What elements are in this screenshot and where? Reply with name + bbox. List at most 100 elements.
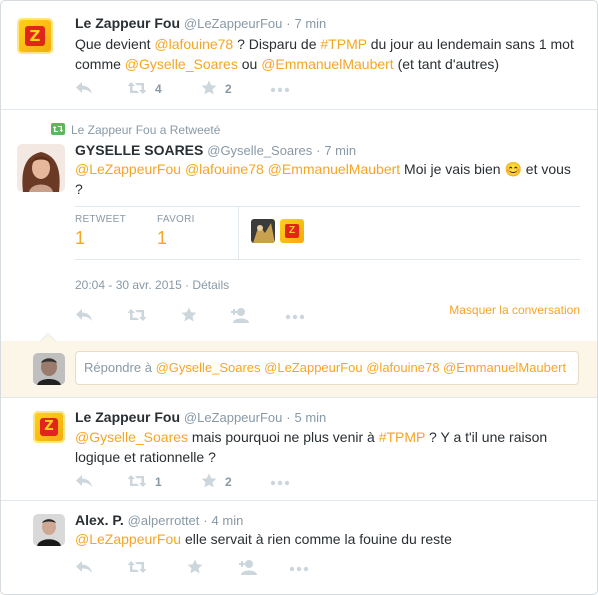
text-segment: ou [237, 56, 262, 72]
star-icon [187, 559, 203, 577]
favorite-button[interactable]: 2 [201, 79, 232, 99]
retweet-context: Le Zappeur Fou a Retweeté [51, 123, 220, 138]
reply-icon [75, 308, 93, 325]
mention-link[interactable]: @EmmanuelMaubert [268, 161, 401, 177]
retweeted-icon [51, 123, 65, 138]
follow-button[interactable] [231, 306, 251, 326]
avatar[interactable] [33, 353, 65, 385]
more-icon [289, 561, 309, 575]
text-segment: Moi je vais bien [400, 161, 505, 177]
favorite-button[interactable] [187, 558, 203, 578]
more-button[interactable] [285, 306, 305, 326]
tweet-text: @Gyselle_Soares mais pourquoi ne plus ve… [75, 427, 580, 467]
favorite-count: 2 [225, 475, 232, 489]
text-segment: ? Disparu de [233, 36, 321, 52]
reply-prefix: Répondre à [84, 360, 156, 375]
favorite-button[interactable] [181, 306, 197, 326]
more-icon [285, 309, 305, 323]
avatar[interactable] [17, 144, 65, 192]
reply-input[interactable]: Répondre à @Gyselle_Soares @LeZappeurFou… [75, 351, 579, 385]
reply-button[interactable] [75, 558, 93, 578]
author-handle[interactable]: @LeZappeurFou [184, 410, 282, 425]
avatar[interactable] [33, 514, 65, 546]
favorite-stat-label: FAVORI [157, 214, 195, 225]
smile-emoji-icon: 😊 [504, 161, 522, 177]
separator-dot: · [316, 143, 321, 158]
mention-link[interactable]: @Gyselle_Soares [125, 56, 238, 72]
follow-icon [239, 559, 259, 578]
zappeur-logo-icon: Z [285, 224, 299, 238]
mention-link[interactable]: @lafouine78 [185, 161, 264, 177]
reply-button[interactable] [75, 79, 93, 99]
hide-conversation-link[interactable]: Masquer la conversation [449, 303, 580, 317]
author-name[interactable]: Le Zappeur Fou [75, 409, 180, 425]
text-segment: Que devient [75, 36, 155, 52]
divider [1, 109, 597, 110]
more-button[interactable] [270, 472, 290, 492]
retweet-button[interactable]: 1 [127, 472, 162, 492]
conversation-panel: Z Le Zappeur Fou @LeZappeurFou · 7 min Q… [0, 0, 598, 595]
mention-link[interactable]: @EmmanuelMaubert [261, 56, 394, 72]
star-icon [181, 307, 197, 325]
avatar[interactable] [251, 219, 275, 243]
separator-dot: · [286, 16, 291, 31]
author-name[interactable]: Le Zappeur Fou [75, 15, 180, 31]
more-icon [270, 82, 290, 96]
reply-icon [75, 474, 93, 491]
mention-link[interactable]: @Gyselle_Soares [75, 429, 188, 445]
mention-link[interactable]: @LeZappeurFou [75, 161, 181, 177]
text-segment: elle servait à rien comme la fouine du r… [181, 531, 452, 547]
author-handle[interactable]: @alperrottet [128, 513, 200, 528]
reply-mentions: @Gyselle_Soares @LeZappeurFou @lafouine7… [155, 360, 567, 375]
tweet-time[interactable]: 7 min [324, 143, 356, 158]
follow-button[interactable] [239, 558, 259, 578]
separator-dot: · [203, 513, 208, 528]
star-icon [201, 473, 217, 491]
retweet-count: 4 [155, 82, 162, 96]
tweet-header: Le Zappeur Fou @LeZappeurFou · 7 min [75, 15, 326, 31]
more-button[interactable] [289, 558, 309, 578]
tweet-header: GYSELLE SOARES @Gyselle_Soares · 7 min [75, 142, 356, 158]
mention-link[interactable]: @lafouine78 [154, 36, 233, 52]
author-name[interactable]: Alex. P. [75, 512, 124, 528]
hashtag-link[interactable]: #TPMP [379, 429, 425, 445]
tweet-text: Que devient @lafouine78 ? Disparu de #TP… [75, 34, 580, 74]
favorite-count: 2 [225, 82, 232, 96]
avatar[interactable]: Z [17, 18, 53, 54]
tweet-time[interactable]: 7 min [295, 16, 327, 31]
more-icon [270, 475, 290, 489]
tweet-time[interactable]: 4 min [212, 513, 244, 528]
divider [1, 500, 597, 501]
reply-button[interactable] [75, 472, 93, 492]
retweet-count: 1 [155, 475, 162, 489]
tweet-time[interactable]: 5 min [295, 410, 327, 425]
zappeur-logo-icon: Z [25, 26, 45, 46]
author-name[interactable]: GYSELLE SOARES [75, 142, 203, 158]
author-handle[interactable]: @LeZappeurFou [184, 16, 282, 31]
hashtag-link[interactable]: #TPMP [320, 36, 366, 52]
retweet-button[interactable]: 4 [127, 79, 162, 99]
follow-icon [231, 307, 251, 326]
reply-button[interactable] [75, 306, 93, 326]
text-segment: mais pourquoi ne plus venir à [188, 429, 379, 445]
retweet-button[interactable] [127, 558, 147, 578]
retweet-icon [127, 81, 147, 98]
reply-icon [75, 81, 93, 98]
retweeted-by[interactable]: Le Zappeur Fou a Retweeté [71, 123, 220, 137]
text-segment: (et tant d'autres) [393, 56, 500, 72]
retweet-stat-value[interactable]: 1 [75, 228, 85, 249]
mention-link[interactable]: @LeZappeurFou [75, 531, 181, 547]
retweet-icon [127, 474, 147, 491]
retweet-button[interactable] [127, 306, 147, 326]
author-handle[interactable]: @Gyselle_Soares [207, 143, 312, 158]
avatar[interactable]: Z [280, 219, 304, 243]
divider [1, 397, 597, 398]
reply-notch-fill [40, 334, 56, 342]
star-icon [201, 80, 217, 98]
details-link[interactable]: · Détails [185, 278, 229, 292]
favorite-stat-value[interactable]: 1 [157, 228, 167, 249]
favorite-button[interactable]: 2 [201, 472, 232, 492]
avatar[interactable]: Z [33, 411, 65, 443]
tweet-datetime[interactable]: 20:04 - 30 avr. 2015 [75, 278, 182, 292]
more-button[interactable] [270, 79, 290, 99]
